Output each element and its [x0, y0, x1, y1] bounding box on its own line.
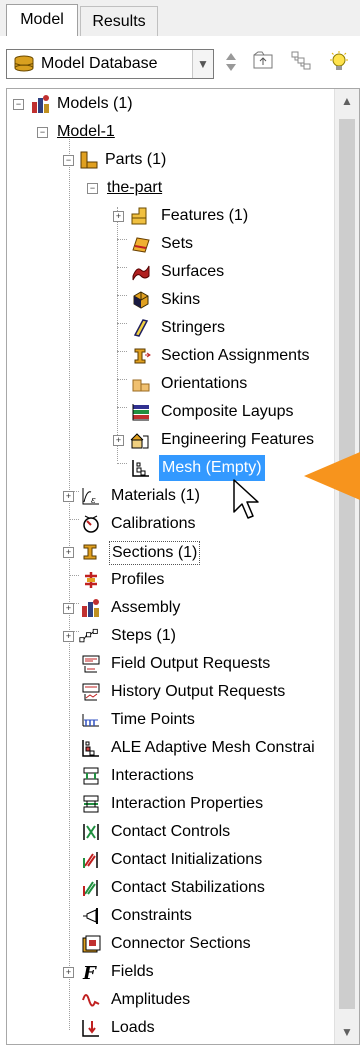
- tree-item-label: History Output Requests: [111, 683, 286, 700]
- chevron-down-icon[interactable]: ▼: [192, 50, 213, 78]
- tree-item-label: Parts (1): [105, 151, 167, 168]
- expand-toggle[interactable]: +: [63, 603, 74, 614]
- tree-item-label: Sets: [161, 235, 194, 252]
- features-icon: [131, 207, 147, 225]
- tree-item-label: Contact Controls: [111, 823, 231, 840]
- expand-toggle[interactable]: +: [63, 631, 74, 642]
- tree-item-label: Features (1): [161, 207, 249, 224]
- tab-results[interactable]: Results: [80, 6, 158, 36]
- models-icon: [32, 95, 49, 113]
- tree-item-label: Amplitudes: [111, 991, 191, 1008]
- tree-item-label: Fields: [111, 963, 154, 980]
- tree-item-label: Time Points: [111, 711, 195, 728]
- model-tree-panel: Model Database ▼ − Models (1) − Model-1 …: [0, 36, 360, 1045]
- orientations-icon: [132, 379, 150, 392]
- tree-item-label: Surfaces: [161, 263, 225, 280]
- model-tree[interactable]: − Models (1) − Model-1 − Parts (1) − the…: [6, 88, 360, 1045]
- tree-item-label: Loads: [111, 1019, 155, 1036]
- time-points-icon: [82, 714, 99, 727]
- mouse-cursor-icon: [233, 479, 259, 519]
- sets-icon: [132, 237, 150, 253]
- expand-toggle[interactable]: +: [113, 211, 124, 222]
- mesh-icon: [132, 460, 149, 477]
- contact-controls-icon: [83, 824, 99, 840]
- skins-icon: [133, 291, 149, 309]
- contact-stabilizations-icon: [83, 880, 98, 896]
- fields-icon: F: [82, 963, 97, 982]
- collapse-toggle[interactable]: −: [87, 183, 98, 194]
- tree-item-label: Engineering Features: [161, 431, 314, 448]
- parts-icon: [80, 151, 98, 169]
- vertical-scrollbar[interactable]: ▲ ▼: [334, 89, 359, 1044]
- materials-icon: ε: [82, 488, 99, 506]
- scroll-up-icon[interactable]: ▲: [335, 89, 359, 113]
- database-icon: [14, 55, 34, 72]
- callout-arrow: [304, 452, 360, 500]
- assembly-icon: [82, 599, 99, 617]
- model-database-value: Model Database: [41, 55, 158, 72]
- tree-toolbar: Model Database ▼: [0, 36, 360, 88]
- field-output-icon: [82, 655, 100, 673]
- composite-layups-icon: [132, 404, 149, 421]
- engineering-features-icon: [130, 433, 149, 449]
- tree-item-label: Composite Layups: [161, 403, 294, 420]
- tree-item-label: Contact Stabilizations: [111, 879, 265, 896]
- constraints-icon: [83, 908, 98, 924]
- tree-item-label: Contact Initializations: [111, 851, 263, 868]
- surfaces-icon: [132, 265, 150, 281]
- amplitudes-icon: [82, 994, 100, 1007]
- tree-item-label: ALE Adaptive Mesh Constrai: [111, 739, 315, 756]
- tree-item-label: Constraints: [111, 907, 192, 924]
- tab-bar: Model Results: [0, 0, 360, 37]
- tree-item-label: Section Assignments: [161, 347, 310, 364]
- tree-item-label: Orientations: [161, 375, 248, 392]
- profiles-icon: [85, 572, 97, 588]
- section-assignments-icon: [134, 348, 151, 364]
- loads-icon: [82, 1020, 99, 1037]
- interactions-icon: [83, 767, 99, 785]
- tree-filter-icon[interactable]: [288, 50, 314, 76]
- collapse-toggle[interactable]: −: [13, 99, 24, 110]
- interaction-properties-icon: [83, 795, 99, 813]
- scroll-down-icon[interactable]: ▼: [335, 1020, 359, 1044]
- collapse-toggle[interactable]: −: [63, 155, 74, 166]
- tree-item-label: Calibrations: [111, 515, 196, 532]
- svg-text:F: F: [82, 963, 97, 982]
- lightbulb-icon[interactable]: [326, 50, 352, 76]
- calibrations-icon: [83, 515, 99, 533]
- up-down-arrows-icon[interactable]: [218, 50, 244, 76]
- tree-item-label: Skins: [161, 291, 201, 308]
- tree-item-label: Interactions: [111, 767, 194, 784]
- collapse-toggle[interactable]: −: [37, 127, 48, 138]
- expand-toggle[interactable]: +: [63, 547, 74, 558]
- stringers-icon: [133, 319, 149, 337]
- svg-text:ε: ε: [91, 496, 96, 506]
- tab-model[interactable]: Model: [6, 4, 78, 37]
- tree-item-label: the-part: [107, 179, 163, 196]
- tree-item-label: Sections (1): [109, 541, 201, 565]
- connector-sections-icon: [82, 935, 101, 953]
- steps-icon: [79, 628, 98, 643]
- tree-item-label: Materials (1): [111, 487, 200, 504]
- sections-icon: [83, 544, 97, 560]
- tree-item-label: Assembly: [111, 599, 181, 616]
- ale-adaptive-mesh-icon: [82, 740, 99, 757]
- contact-initializations-icon: [83, 852, 98, 868]
- expand-toggle[interactable]: +: [63, 967, 74, 978]
- model-database-select[interactable]: Model Database ▼: [6, 49, 214, 79]
- tree-item-label: Field Output Requests: [111, 655, 271, 672]
- history-output-icon: [82, 683, 100, 701]
- tree-item-label: Interaction Properties: [111, 795, 264, 812]
- scrollbar-thumb[interactable]: [339, 119, 355, 1009]
- tree-item-label: Connector Sections: [111, 935, 251, 952]
- expand-toggle[interactable]: +: [113, 435, 124, 446]
- tree-item-label: Stringers: [161, 319, 226, 336]
- tree-item-label: Profiles: [111, 571, 165, 588]
- tree-item-label: Models (1): [57, 95, 133, 112]
- folder-up-icon[interactable]: [250, 50, 276, 76]
- tree-item-label: Model-1: [57, 123, 115, 140]
- expand-toggle[interactable]: +: [63, 491, 74, 502]
- tree-item-label: Steps (1): [111, 627, 176, 644]
